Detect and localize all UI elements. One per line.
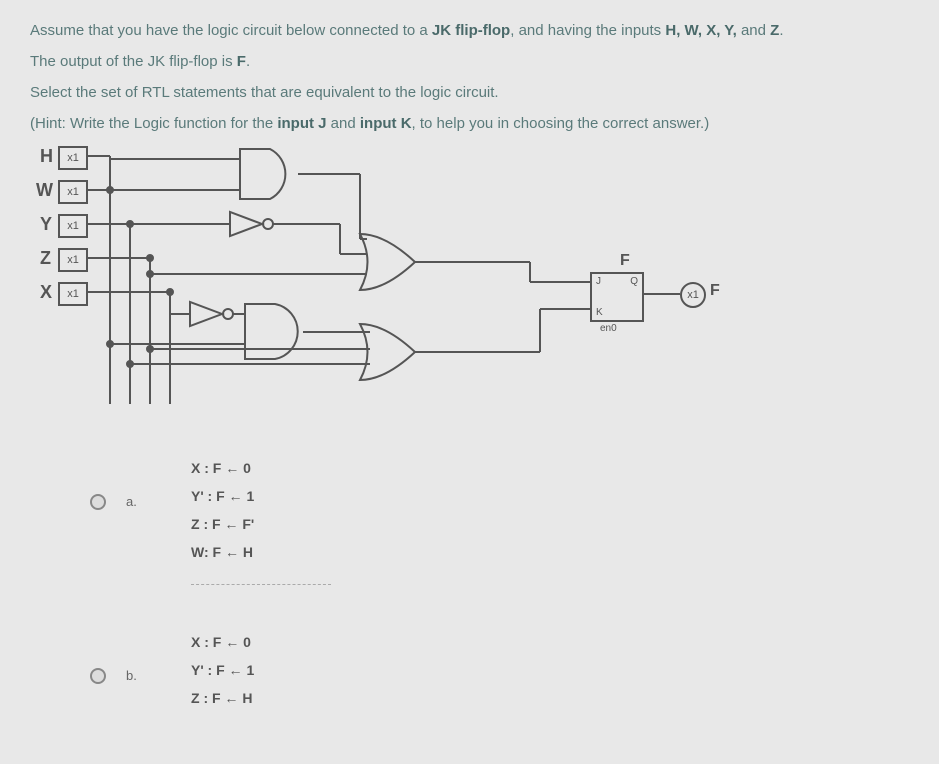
intro-line-4: (Hint: Write the Logic function for the …: [30, 113, 909, 134]
input-z: Z: [770, 22, 779, 39]
rtl-line: W: F ← H: [191, 538, 331, 566]
text: (Hint: Write the Logic function for the: [30, 115, 277, 132]
rtl-line: Y' : F ← 1: [191, 656, 254, 684]
jk-term: JK flip-flop: [432, 22, 510, 39]
option-a-lines: X : F ← 0 Y' : F ← 1 Z : F ← F' W: F ← H: [191, 454, 331, 603]
text: and: [741, 22, 770, 39]
intro-line-1: Assume that you have the logic circuit b…: [30, 20, 909, 41]
intro-line-3: Select the set of RTL statements that ar…: [30, 82, 909, 103]
text: .: [246, 53, 250, 70]
rtl-line: Z : F ← F': [191, 510, 331, 538]
text: Assume that you have the logic circuit b…: [30, 22, 432, 39]
option-a-row: a. X : F ← 0 Y' : F ← 1 Z : F ← F' W: F …: [90, 454, 909, 603]
inputs-list: H, W, X, Y,: [665, 22, 741, 39]
option-divider: [191, 584, 331, 585]
output-f: F: [237, 53, 246, 70]
intro-line-2: The output of the JK flip-flop is F.: [30, 51, 909, 72]
option-b-row: b. X : F ← 0 Y' : F ← 1 Z : F ← H: [90, 628, 909, 712]
text: , to help you in choosing the correct an…: [412, 115, 710, 132]
radio-option-b[interactable]: [90, 668, 106, 684]
text: Select the set of RTL statements that ar…: [30, 84, 499, 101]
rtl-line: Y' : F ← 1: [191, 482, 331, 510]
text: and: [327, 115, 360, 132]
text: , and having the inputs: [510, 22, 665, 39]
input-j-term: input J: [277, 115, 326, 132]
circuit-svg: [30, 144, 750, 434]
radio-option-a[interactable]: [90, 494, 106, 510]
answer-options: a. X : F ← 0 Y' : F ← 1 Z : F ← F' W: F …: [90, 454, 909, 712]
logic-circuit-diagram: H x1 W x1 Y x1 Z x1 X x1 J K Q en0 F x1 …: [30, 144, 750, 434]
option-letter-b: b.: [126, 668, 141, 683]
rtl-line: X : F ← 0: [191, 454, 331, 482]
text: The output of the JK flip-flop is: [30, 53, 237, 70]
option-letter-a: a.: [126, 494, 141, 509]
option-b-lines: X : F ← 0 Y' : F ← 1 Z : F ← H: [191, 628, 254, 712]
rtl-line: Z : F ← H: [191, 684, 254, 712]
rtl-line: X : F ← 0: [191, 628, 254, 656]
input-k-term: input K: [360, 115, 412, 132]
